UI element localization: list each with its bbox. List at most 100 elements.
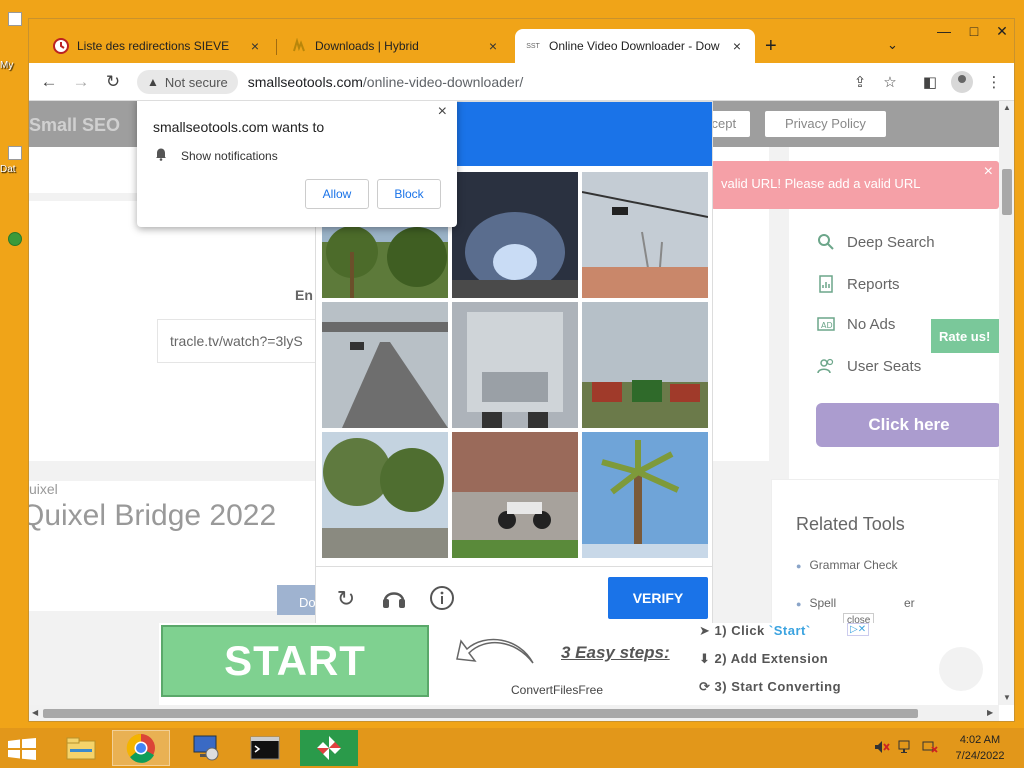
result-subtitle: uixel (29, 481, 58, 497)
ad-step-3: ⟳ 3) Start Converting (699, 679, 841, 695)
ad-step-2: ⬇ 2) Add Extension (699, 651, 828, 667)
address-bar[interactable]: ▲ Not secure smallseotools.com/online-vi… (137, 68, 837, 96)
tab-sieve[interactable]: Liste des redirections SIEVE × (43, 29, 273, 63)
result-title: Quixel Bridge 2022 (29, 499, 277, 532)
close-tab-icon[interactable]: × (485, 38, 501, 54)
scroll-up-icon[interactable]: ▲ (1003, 103, 1011, 112)
related-tool-link[interactable]: Grammar Check (796, 558, 897, 572)
section-label: En (295, 287, 313, 303)
allow-button[interactable]: Allow (305, 179, 369, 209)
verify-button[interactable]: VERIFY (608, 577, 708, 619)
block-button[interactable]: Block (377, 179, 441, 209)
maximize-button[interactable]: □ (959, 23, 989, 39)
command-prompt-icon[interactable] (236, 730, 294, 766)
close-tab-icon[interactable]: × (729, 38, 745, 54)
scroll-left-icon[interactable]: ◀ (32, 708, 38, 717)
scroll-to-top-button[interactable] (939, 647, 983, 691)
scroll-down-icon[interactable]: ▼ (1003, 693, 1011, 702)
arrow-icon (456, 638, 534, 664)
menu-kebab-icon[interactable]: ⋮ (983, 73, 1005, 91)
feature-user-seats: User Seats (815, 355, 921, 377)
captcha-tile[interactable] (452, 432, 578, 558)
scroll-thumb[interactable] (43, 709, 918, 718)
captcha-tile[interactable] (582, 432, 708, 558)
desktop-icon-label: Dat (0, 164, 16, 175)
file-explorer-icon[interactable] (52, 730, 110, 766)
cursor-icon: ➤ (699, 623, 711, 638)
volume-muted-icon[interactable] (874, 740, 890, 757)
url-text[interactable]: smallseotools.com/online-video-downloade… (248, 74, 523, 90)
page-viewport: Small SEO ccept Privacy Policy En tracle… (29, 101, 999, 705)
captcha-tile[interactable] (322, 302, 448, 428)
chrome-icon[interactable] (112, 730, 170, 766)
captcha-tile[interactable] (452, 302, 578, 428)
desktop-icon[interactable] (8, 232, 22, 246)
captcha-tile[interactable] (322, 432, 448, 558)
network-tool-icon[interactable] (176, 730, 234, 766)
minimize-button[interactable]: — (929, 23, 959, 39)
tab-video-downloader[interactable]: SST Online Video Downloader - Dow × (515, 29, 755, 63)
ad-start-button[interactable]: START (161, 625, 429, 697)
ad-steps-heading: 3 Easy steps: (561, 643, 670, 662)
captcha-tile[interactable] (452, 172, 578, 298)
browser-toolbar: ← → ↻ ▲ Not secure smallseotools.com/onl… (29, 63, 1014, 101)
permission-row: Show notifications (155, 147, 278, 164)
new-tab-button[interactable]: + (765, 35, 777, 58)
scroll-thumb[interactable] (1002, 169, 1012, 215)
captcha-tile[interactable] (582, 302, 708, 428)
ad-step-text: 2) Add Extension (714, 651, 829, 666)
profile-avatar-icon[interactable] (951, 71, 973, 93)
horizontal-scrollbar[interactable]: ◀ ▶ (29, 705, 999, 721)
desktop-icon[interactable] (8, 146, 22, 160)
ad-icon: AD (815, 313, 837, 335)
ad-step-highlight: `Start` (768, 623, 811, 638)
close-tab-icon[interactable]: × (247, 38, 263, 54)
bookmark-star-icon[interactable]: ☆ (879, 73, 901, 91)
audio-challenge-icon[interactable] (380, 585, 408, 613)
error-alert: valid URL! Please add a valid URL × (711, 161, 999, 209)
privacy-policy-button[interactable]: Privacy Policy (765, 111, 886, 137)
click-here-button[interactable]: Click here (816, 403, 999, 447)
tab-search-button[interactable]: ⌄ (887, 37, 898, 53)
close-window-button[interactable]: ✕ (987, 23, 1014, 40)
rate-us-button[interactable]: Rate us! (931, 319, 999, 353)
tab-divider (276, 39, 277, 55)
network-status-icon[interactable] (898, 740, 914, 757)
url-path: /online-video-downloader/ (362, 74, 524, 90)
ad-choices-close[interactable]: ▷✕ (847, 623, 870, 636)
notification-permission-prompt: smallseotools.com wants to × Show notifi… (137, 101, 457, 227)
vertical-scrollbar[interactable]: ▲ ▼ (999, 101, 1014, 705)
info-icon[interactable] (428, 585, 456, 613)
feature-reports: Reports (815, 273, 900, 295)
captcha-tile[interactable] (582, 172, 708, 298)
back-icon[interactable]: ← (37, 71, 61, 93)
action-center-icon[interactable] (922, 740, 938, 757)
site-logo[interactable]: Small SEO (29, 115, 120, 136)
share-icon[interactable]: ⇪ (849, 73, 871, 91)
reload-icon[interactable]: ↻ (332, 585, 360, 613)
desktop-icon[interactable] (8, 12, 22, 26)
forward-icon[interactable]: → (69, 71, 93, 93)
side-panel-icon[interactable]: ◧ (919, 73, 941, 91)
related-tool-link-tail: er (904, 596, 915, 610)
feature-label: User Seats (847, 357, 922, 375)
windows-start-icon[interactable] (8, 738, 36, 760)
download-icon: ⬇ (699, 651, 711, 666)
system-clock[interactable]: 4:02 AM 7/24/2022 (950, 732, 1010, 764)
feature-label: Reports (847, 275, 900, 293)
pinwheel-app-icon[interactable] (300, 730, 358, 766)
ad-banner[interactable]: START 3 Easy steps: ConvertFilesFree ➤ 1… (159, 623, 879, 705)
convert-icon: ⟳ (699, 679, 711, 694)
url-host: smallseotools.com (247, 74, 363, 90)
close-icon[interactable]: × (984, 163, 993, 181)
related-tool-link[interactable]: Spell (796, 596, 836, 610)
tab-hybrid[interactable]: Downloads | Hybrid × (281, 29, 511, 63)
sst-icon: SST (526, 42, 540, 50)
prompt-title: smallseotools.com wants to (153, 119, 325, 135)
reload-icon[interactable]: ↻ (101, 71, 125, 93)
hybrid-icon (291, 38, 307, 54)
close-icon[interactable]: × (438, 103, 447, 121)
scroll-right-icon[interactable]: ▶ (987, 708, 993, 717)
video-url-input[interactable]: tracle.tv/watch?=3lyS (157, 319, 327, 363)
security-chip[interactable]: ▲ Not secure (137, 70, 238, 94)
